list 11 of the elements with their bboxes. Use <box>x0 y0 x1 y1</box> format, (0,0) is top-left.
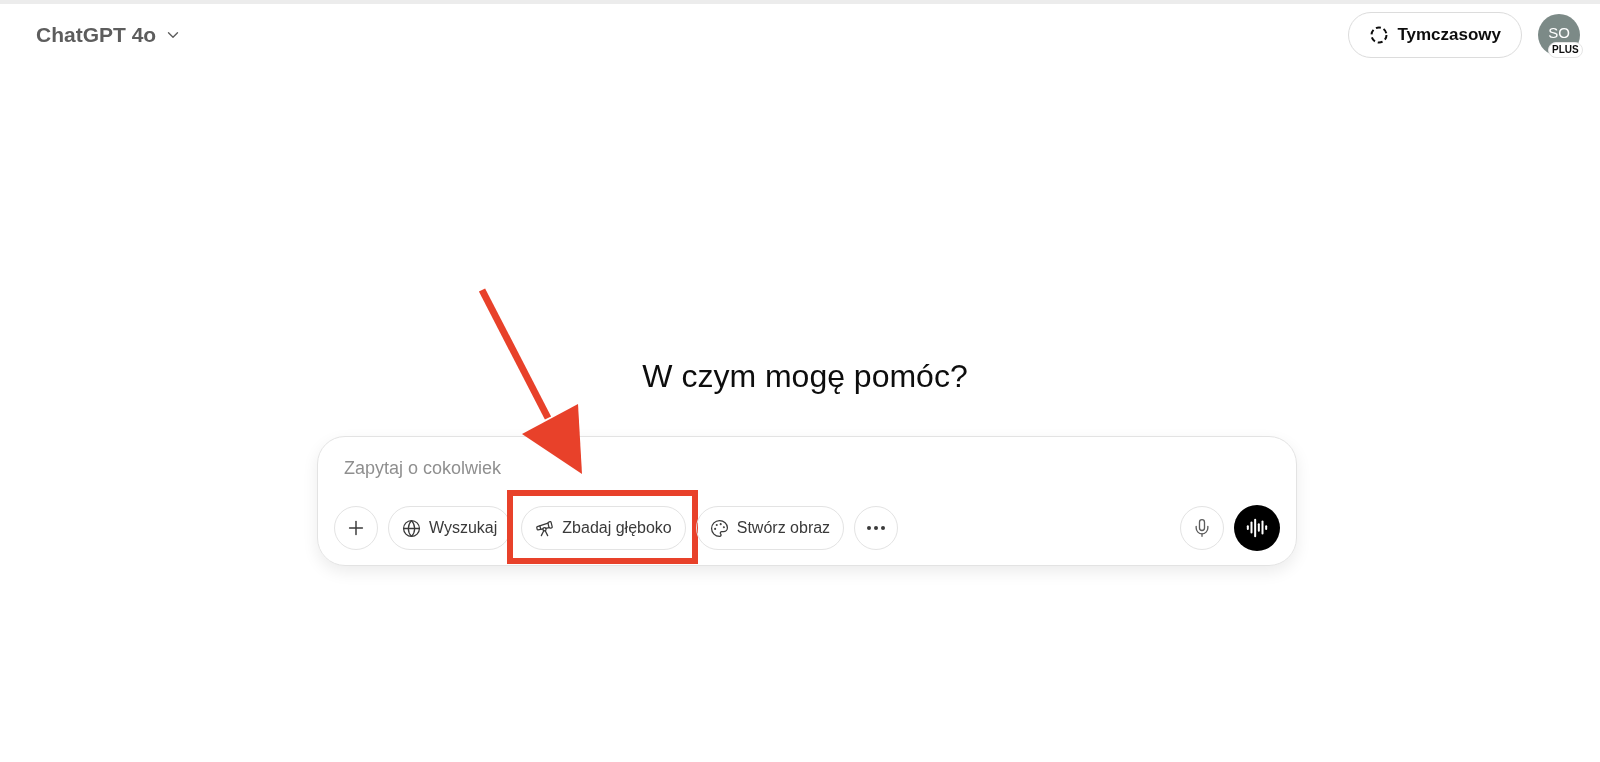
voice-mode-button[interactable] <box>1234 505 1280 551</box>
model-selector[interactable]: ChatGPT 4o <box>24 11 195 59</box>
globe-icon <box>402 518 421 538</box>
waveform-icon <box>1246 517 1268 539</box>
prompt-input[interactable]: Zapytaj o cokolwiek <box>334 455 1280 482</box>
palette-icon <box>709 518 729 538</box>
telescope-icon <box>535 518 555 538</box>
plus-badge: PLUS <box>1548 42 1583 58</box>
dashed-circle-icon <box>1369 25 1390 45</box>
more-icon <box>867 526 886 530</box>
greeting-heading: W czym mogę pomóc? <box>642 357 968 396</box>
